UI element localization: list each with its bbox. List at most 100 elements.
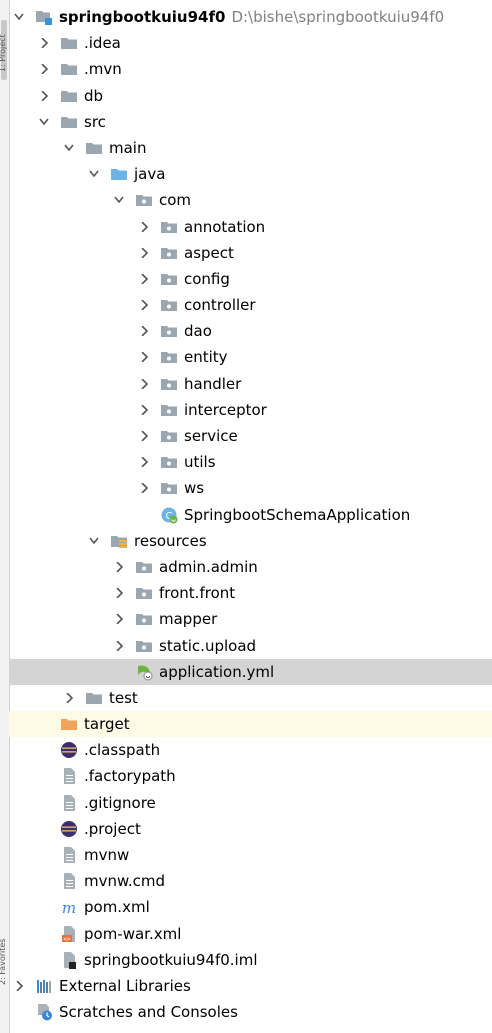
tree-node-dao[interactable]: dao <box>9 318 492 344</box>
chevron-right-icon[interactable] <box>138 318 150 344</box>
tree-node-resources[interactable]: resources <box>9 528 492 554</box>
tree-node-test[interactable]: test <box>9 685 492 711</box>
tree-node-mapper[interactable]: mapper <box>9 606 492 632</box>
chevron-right-icon[interactable] <box>113 554 125 580</box>
tree-node-pom-xml[interactable]: m pom.xml <box>9 894 492 920</box>
root-name: springbootkuiu94f0 <box>59 8 226 26</box>
tree-node-factorypath[interactable]: .factorypath <box>9 763 492 789</box>
package-icon <box>160 479 178 497</box>
chevron-down-icon[interactable] <box>63 135 75 161</box>
tree-node-config[interactable]: config <box>9 266 492 292</box>
tree-node-idea[interactable]: .idea <box>9 30 492 56</box>
tree-node-pom-war-xml[interactable]: <> pom-war.xml <box>9 921 492 947</box>
package-icon <box>160 427 178 445</box>
folder-icon <box>60 87 78 105</box>
package-icon <box>160 453 178 471</box>
tree-node-label: service <box>184 427 238 445</box>
tree-node-label: application.yml <box>159 662 275 681</box>
folder-icon <box>85 139 103 157</box>
chevron-right-icon[interactable] <box>113 606 125 632</box>
excluded-folder-icon <box>60 715 78 733</box>
tree-node-label: .project <box>84 819 141 838</box>
tree-node-label: pom.xml <box>84 898 150 917</box>
chevron-right-icon[interactable] <box>138 371 150 397</box>
svg-text:<>: <> <box>63 936 71 943</box>
chevron-right-icon[interactable] <box>38 83 50 109</box>
chevron-down-icon[interactable] <box>113 187 125 213</box>
tree-node-main[interactable]: main <box>9 135 492 161</box>
chevron-down-icon[interactable] <box>38 109 50 135</box>
tree-node-label: utils <box>184 453 216 472</box>
tree-node-service[interactable]: service <box>9 423 492 449</box>
tree-node-label: External Libraries <box>59 976 191 995</box>
tree-node-target[interactable]: target <box>9 711 492 738</box>
chevron-right-icon[interactable] <box>138 292 150 318</box>
tree-node-label: resources <box>134 531 207 550</box>
tree-node-springbootkuiu94f0-iml[interactable]: springbootkuiu94f0.iml <box>9 947 492 973</box>
chevron-right-icon[interactable] <box>13 973 25 999</box>
tree-node-label: .classpath <box>84 741 161 760</box>
tree-node-annotation[interactable]: annotation <box>9 214 492 240</box>
chevron-right-icon[interactable] <box>138 344 150 370</box>
package-icon <box>160 348 178 366</box>
tree-node-label: SpringbootSchemaApplication <box>184 505 411 524</box>
chevron-right-icon[interactable] <box>113 633 125 659</box>
tree-node-entity[interactable]: entity <box>9 344 492 370</box>
folder-icon <box>60 60 78 78</box>
chevron-right-icon[interactable] <box>38 56 50 82</box>
tree-node-springbootschemaapplication[interactable]: C SpringbootSchemaApplication <box>9 502 492 528</box>
tree-node-label: java <box>134 165 166 184</box>
tree-node-mvn[interactable]: .mvn <box>9 56 492 82</box>
chevron-right-icon[interactable] <box>138 214 150 240</box>
svg-text:m: m <box>62 899 76 916</box>
tree-node-aspect[interactable]: aspect <box>9 240 492 266</box>
chevron-right-icon[interactable] <box>38 30 50 56</box>
tree-node-external-libraries[interactable]: External Libraries <box>9 973 492 999</box>
text-file-icon <box>60 846 78 864</box>
tree-node-db[interactable]: db <box>9 83 492 109</box>
chevron-right-icon[interactable] <box>63 685 75 711</box>
chevron-down-icon[interactable] <box>13 4 25 30</box>
tree-node-scratches-and-consoles[interactable]: Scratches and Consoles <box>9 999 492 1025</box>
tree-node-ws[interactable]: ws <box>9 475 492 501</box>
chevron-right-icon[interactable] <box>138 449 150 475</box>
tree-node-root[interactable]: springbootkuiu94f0 D:\bishe\springbootkui… <box>9 4 492 30</box>
chevron-down-icon[interactable] <box>88 161 100 187</box>
tree-node-com[interactable]: com <box>9 187 492 213</box>
tree-node-label: aspect <box>184 243 234 262</box>
tree-node-java[interactable]: java <box>9 161 492 187</box>
tree-node-mvnw-cmd[interactable]: mvnw.cmd <box>9 868 492 894</box>
folder-icon <box>60 34 78 52</box>
tree-node-static-upload[interactable]: static.upload <box>9 633 492 659</box>
chevron-right-icon[interactable] <box>138 266 150 292</box>
tree-node-label: main <box>109 138 147 157</box>
tree-node-handler[interactable]: handler <box>9 371 492 397</box>
chevron-right-icon[interactable] <box>113 580 125 606</box>
tree-node-label: db <box>84 86 104 105</box>
chevron-right-icon[interactable] <box>138 240 150 266</box>
tree-node-label: .idea <box>84 34 121 53</box>
module-icon <box>35 8 53 26</box>
tree-node-label: handler <box>184 374 242 393</box>
tree-node-classpath[interactable]: .classpath <box>9 737 492 763</box>
tree-node-controller[interactable]: controller <box>9 292 492 318</box>
spring-config-icon <box>135 663 153 681</box>
tree-node-application-yml[interactable]: application.yml <box>9 658 492 685</box>
chevron-right-icon[interactable] <box>138 475 150 501</box>
tree-node-label: pom-war.xml <box>84 924 182 943</box>
text-file-icon <box>60 767 78 785</box>
tree-node-utils[interactable]: utils <box>9 449 492 475</box>
tree-node-gitignore[interactable]: .gitignore <box>9 790 492 816</box>
tree-node-src[interactable]: src <box>9 109 492 135</box>
package-icon <box>160 270 178 288</box>
tree-node-front-front[interactable]: front.front <box>9 580 492 606</box>
chevron-down-icon[interactable] <box>88 528 100 554</box>
tree-node-interceptor[interactable]: interceptor <box>9 397 492 423</box>
tree-node-mvnw[interactable]: mvnw <box>9 842 492 868</box>
package-icon <box>135 584 153 602</box>
chevron-right-icon[interactable] <box>138 423 150 449</box>
tree-node-project[interactable]: .project <box>9 816 492 842</box>
chevron-right-icon[interactable] <box>138 397 150 423</box>
package-icon <box>135 558 153 576</box>
tree-node-admin-admin[interactable]: admin.admin <box>9 554 492 580</box>
